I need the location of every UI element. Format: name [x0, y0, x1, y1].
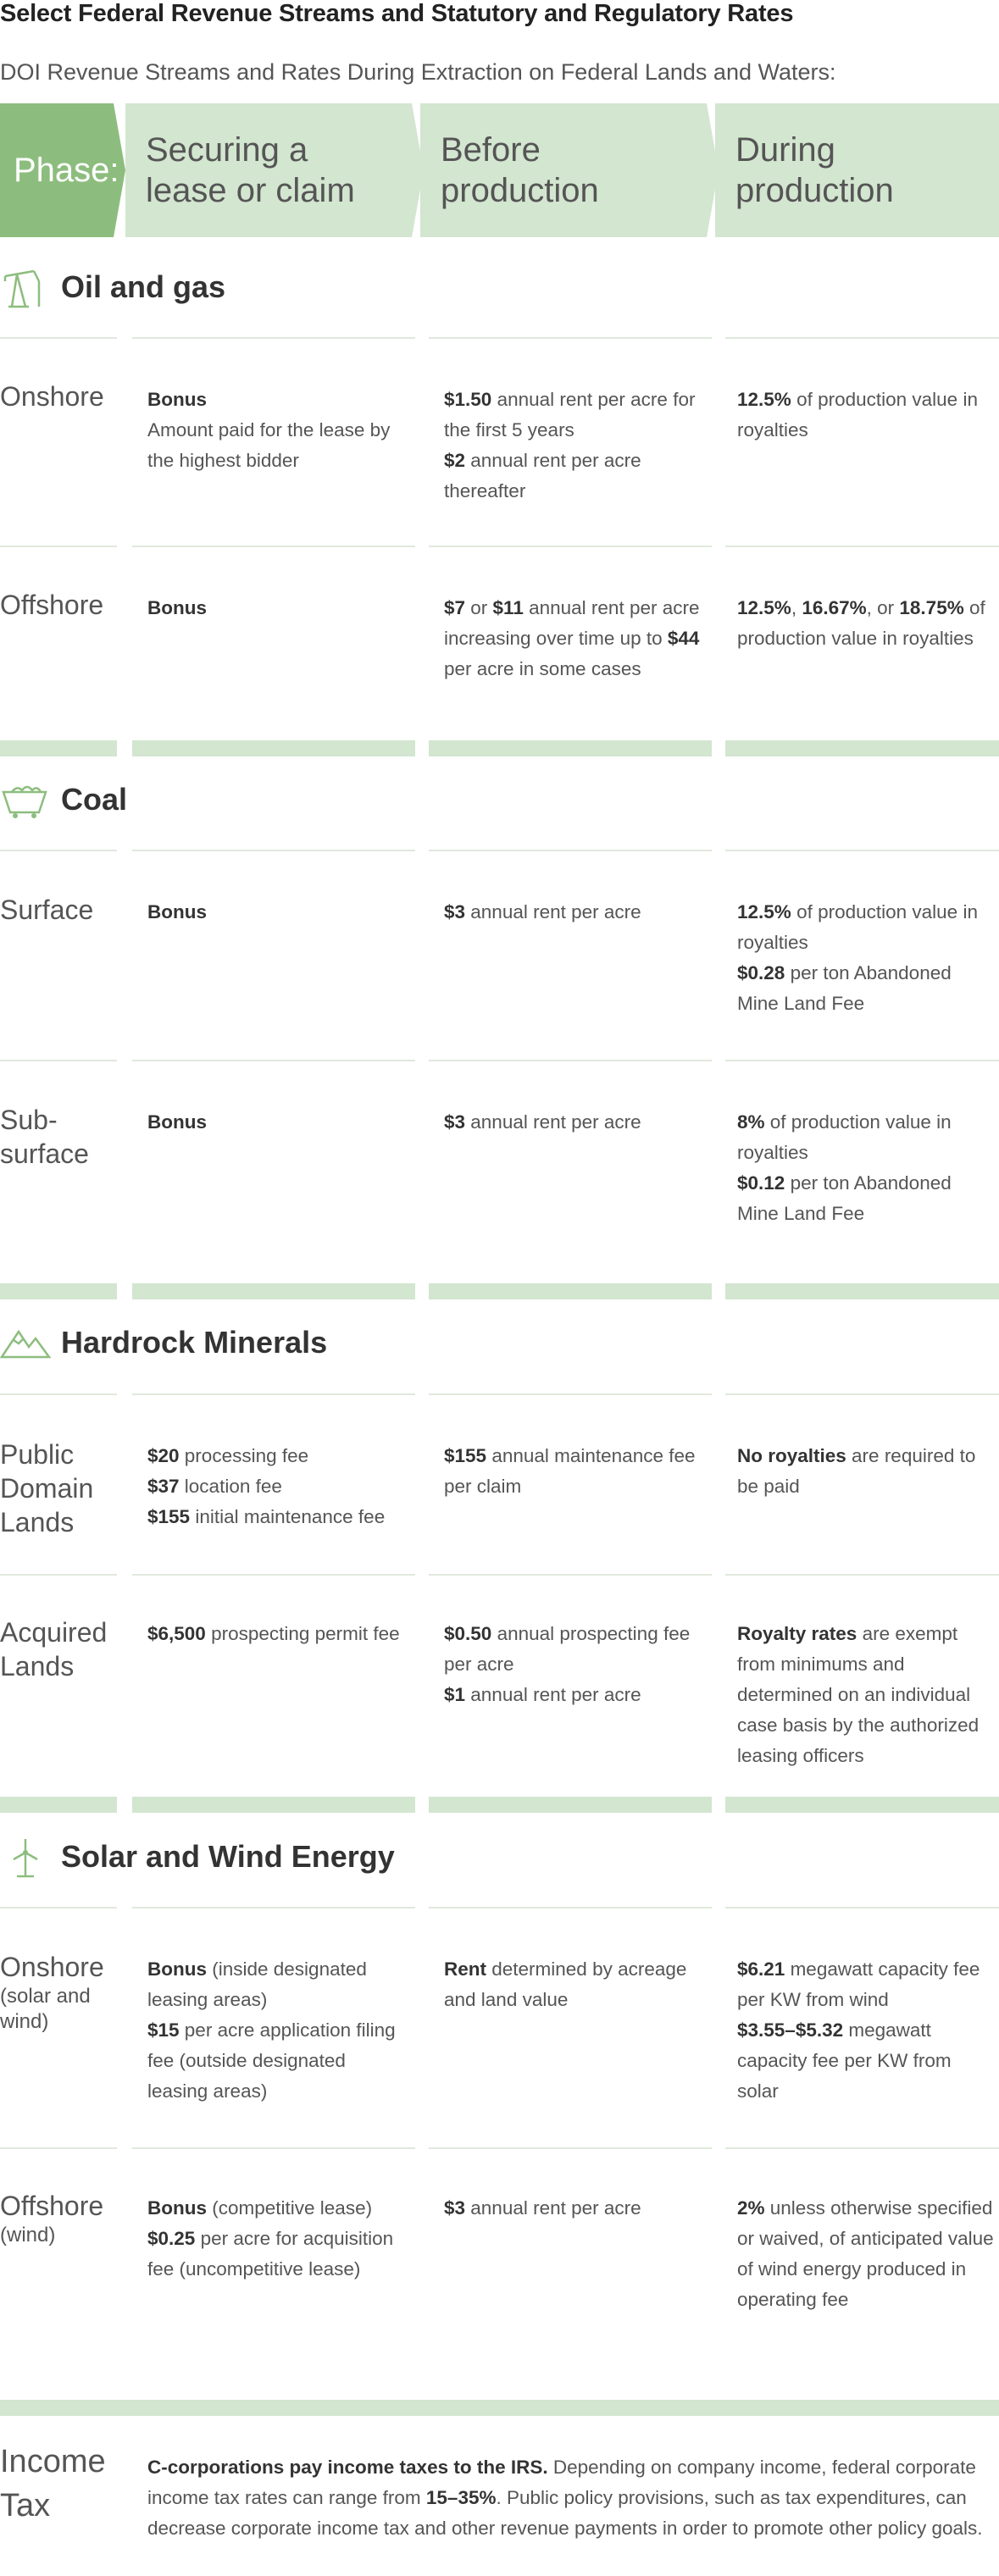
oil-offshore-before: $7 or $11 annual rent per acre increasin… — [444, 597, 700, 679]
phase-securing-label: Securing a lease or claim — [146, 131, 355, 209]
phase-during-chevron: During production — [715, 103, 999, 237]
section-coal-title: Coal — [61, 782, 128, 817]
row-label-acquired-lands: Acquired Lands — [0, 1617, 108, 1681]
phase-label-chevron: Phase: — [0, 103, 125, 237]
phase-label: Phase: — [14, 152, 119, 189]
row-label-offshore-wind: Offshore (wind) — [0, 2191, 104, 2246]
hardrock-public-during: No royalties are required to be paid — [737, 1445, 976, 1497]
oil-offshore-securing: Bonus — [147, 597, 207, 618]
row-label-onshore: Onshore — [0, 381, 104, 412]
phase-header: Phase: Securing a lease or claim Before pr… — [0, 103, 999, 237]
row-label-subsurface: Sub- surface — [0, 1105, 89, 1169]
revenue-streams-page: Select Federal Revenue Streams and Statu… — [0, 0, 999, 2576]
coal-surface-during: 12.5% of production value in royalties $… — [737, 901, 978, 1014]
hardrock-public-securing: $20 processing fee $37 location fee $155… — [147, 1445, 386, 1527]
coal-surface-before: $3 annual rent per acre — [444, 901, 641, 922]
solar-onshore-during: $6.21 megawatt capacity fee per KW from … — [737, 1958, 980, 2102]
hardrock-acquired-before: $0.50 annual prospecting fee per acre $1… — [444, 1623, 691, 1705]
coal-subsurface-securing: Bonus — [147, 1111, 207, 1133]
income-tax-label: Income Tax — [0, 2444, 106, 2523]
coal-cart-icon — [2, 785, 47, 818]
hardrock-acquired-securing: $6,500 prospecting permit fee — [147, 1623, 400, 1644]
oil-onshore-during: 12.5% of production value in royalties — [737, 389, 978, 440]
wind-turbine-icon — [13, 1839, 38, 1878]
coal-subsurface-before: $3 annual rent per acre — [444, 1111, 641, 1133]
hardrock-acquired-during: Royalty rates are exempt from minimums a… — [737, 1623, 980, 1766]
phase-securing-chevron: Securing a lease or claim — [125, 103, 424, 237]
section-oil-gas-title: Oil and gas — [61, 269, 226, 304]
page-title: Select Federal Revenue Streams and Statu… — [0, 0, 794, 27]
coal-surface-securing: Bonus — [147, 901, 207, 922]
phase-before-label: Before production — [441, 131, 599, 209]
oil-onshore-securing: Bonus Amount paid for the lease by the h… — [147, 389, 391, 471]
row-label-surface: Surface — [0, 895, 94, 925]
phase-before-chevron: Before production — [420, 103, 719, 237]
mountains-icon — [0, 1329, 51, 1359]
oil-onshore-before: $1.50 annual rent per acre for the first… — [444, 389, 696, 501]
wind-offshore-before: $3 annual rent per acre — [444, 2197, 641, 2219]
row-label-offshore: Offshore — [0, 590, 104, 620]
hardrock-public-before: $155 annual maintenance fee per claim — [444, 1445, 696, 1497]
wind-offshore-during: 2% unless otherwise specified or waived,… — [737, 2197, 994, 2310]
phase-during-label: During production — [735, 131, 894, 209]
wind-offshore-securing: Bonus (competitive lease) $0.25 per acre… — [147, 2197, 394, 2280]
row-label-public-domain-lands: Public Domain Lands — [0, 1439, 94, 1537]
oil-pump-icon — [3, 269, 41, 308]
solar-onshore-securing: Bonus (inside designated leasing areas) … — [147, 1958, 396, 2102]
section-solar-wind-title: Solar and Wind Energy — [61, 1839, 395, 1874]
income-tax-text: C-corporations pay income taxes to the I… — [147, 2457, 983, 2539]
oil-offshore-during: 12.5%, 16.67%, or 18.75% of production v… — [737, 597, 985, 649]
section-hardrock-title: Hardrock Minerals — [61, 1325, 328, 1360]
page-subtitle: DOI Revenue Streams and Rates During Ext… — [0, 59, 836, 85]
row-label-onshore-solar-wind: Onshore (solar and wind) — [0, 1952, 104, 2033]
solar-onshore-before: Rent determined by acreage and land valu… — [444, 1958, 687, 2010]
coal-subsurface-during: 8% of production value in royalties $0.1… — [737, 1111, 952, 1224]
